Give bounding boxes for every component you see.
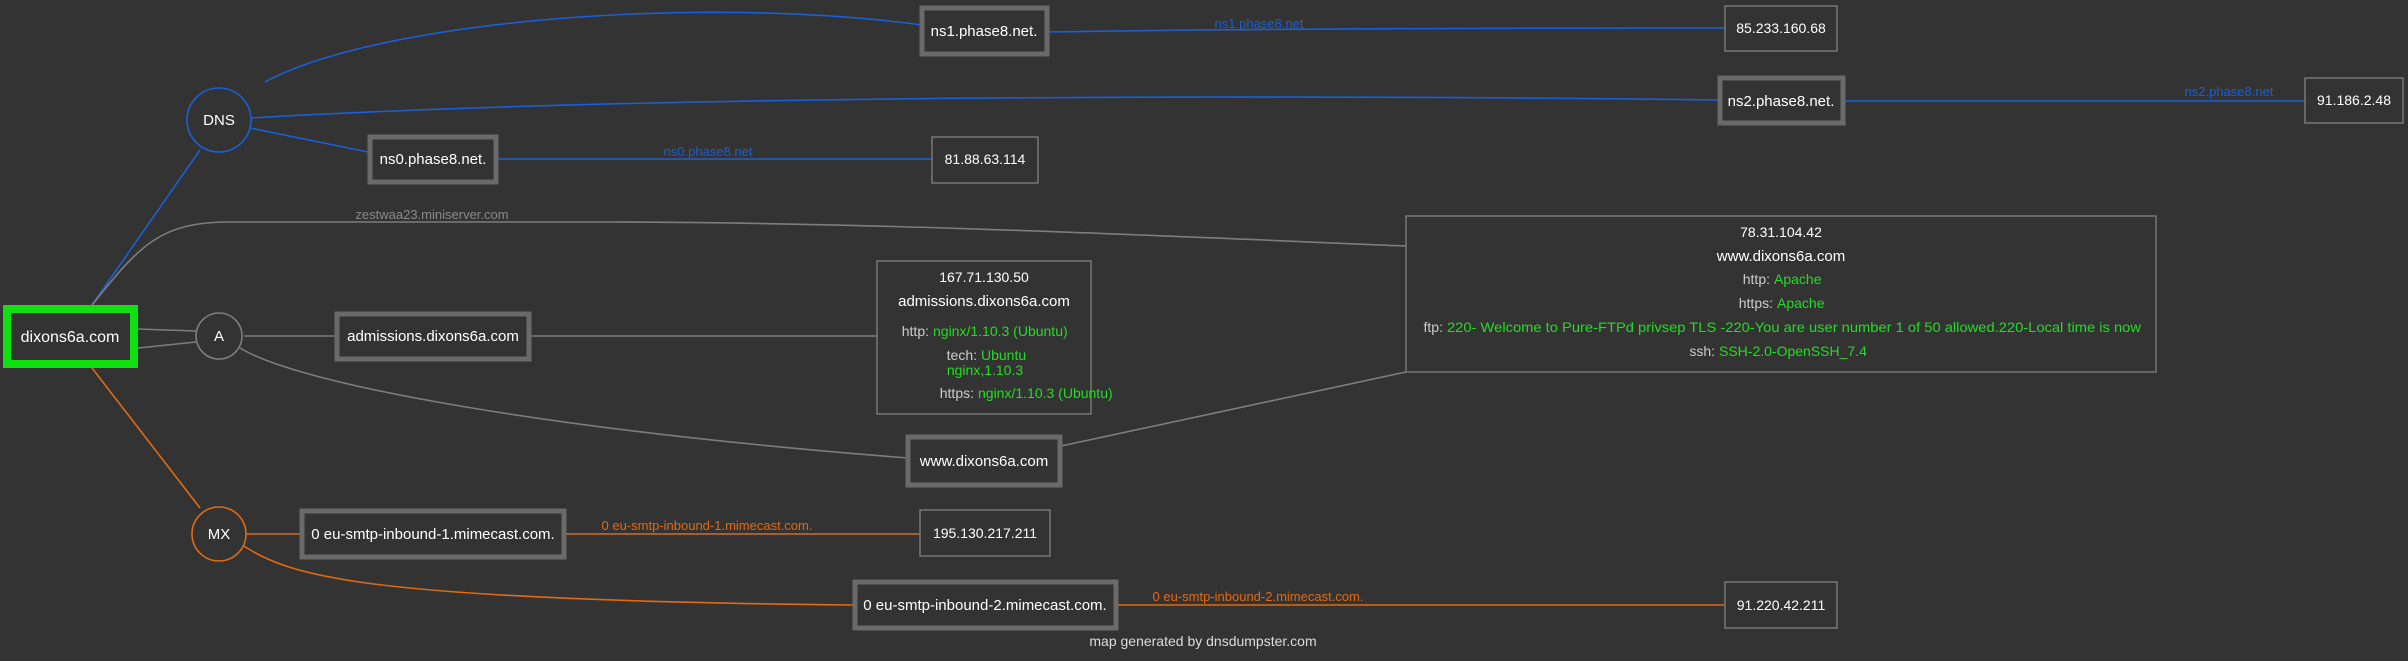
www-ssh-key: ssh:	[1689, 343, 1715, 359]
www-ssh-val: SSH-2.0-OpenSSH_7.4	[1719, 343, 1867, 359]
smtp1-ip-label: 195.130.217.211	[933, 525, 1037, 541]
www-https-val: Apache	[1777, 295, 1825, 311]
edge-dns-ns1	[264, 11, 923, 83]
admissions-tech-val-1: Ubuntu	[981, 347, 1026, 363]
admissions-http-val: nginx/1.10.3 (Ubuntu)	[933, 323, 1068, 339]
admissions-tech-val-2: nginx,1.10.3	[947, 362, 1023, 378]
smtp1-label: 0 eu-smtp-inbound-1.mimecast.com.	[311, 526, 554, 543]
edge-root-a-1	[137, 328, 197, 332]
www-node[interactable]: www.dixons6a.com	[905, 434, 1063, 488]
a-record-label: A	[214, 328, 224, 345]
admissions-https-key: https:	[940, 385, 974, 401]
www-ftp-val: 220- Welcome to Pure-FTPd privsep TLS -2…	[1447, 319, 2142, 335]
edge-root-www-server	[91, 221, 1407, 306]
ns1-ip-label: 85.233.160.68	[1736, 20, 1826, 36]
smtp2-label: 0 eu-smtp-inbound-2.mimecast.com.	[863, 597, 1106, 614]
footer-credit: map generated by dnsdumpster.com	[1089, 633, 1316, 649]
ns1-node[interactable]: ns1.phase8.net.	[919, 5, 1050, 57]
edge-label-zestwaa23: zestwaa23.miniserver.com	[355, 207, 508, 222]
ns0-label: ns0.phase8.net.	[380, 151, 487, 168]
ns0-node[interactable]: ns0.phase8.net.	[367, 134, 499, 185]
dns-record-node[interactable]: DNS	[186, 87, 252, 153]
ns2-label: ns2.phase8.net.	[1728, 93, 1835, 110]
admissions-detail-box[interactable]: 167.71.130.50 admissions.dixons6a.com ht…	[876, 260, 1113, 415]
www-https-key: https:	[1739, 295, 1773, 311]
mx-record-label: MX	[208, 526, 231, 543]
edge-label-smtp2: 0 eu-smtp-inbound-2.mimecast.com.	[1153, 589, 1364, 604]
edge-root-mx	[91, 367, 201, 509]
edge-label-ns2: ns2.phase8.net	[2185, 84, 2274, 99]
admissions-detail-ip: 167.71.130.50	[939, 269, 1029, 285]
root-node[interactable]: dixons6a.com	[3, 305, 138, 368]
www-http-val: Apache	[1774, 271, 1822, 287]
edge-label-ns1: ns1.phase8.net	[1215, 16, 1304, 31]
a-record-node[interactable]: A	[195, 312, 243, 360]
mx-record-node[interactable]: MX	[191, 506, 247, 562]
smtp1-node[interactable]: 0 eu-smtp-inbound-1.mimecast.com.	[299, 508, 567, 560]
admissions-http-key: http:	[902, 323, 929, 339]
ns0-ip-node[interactable]: 81.88.63.114	[931, 136, 1039, 184]
admissions-https-val: nginx/1.10.3 (Ubuntu)	[978, 385, 1113, 401]
www-detail-host: www.dixons6a.com	[1716, 248, 1845, 265]
admissions-label: admissions.dixons6a.com	[347, 328, 519, 345]
dns-map-diagram: ns1.phase8.net ns2.phase8.net ns0.phase8…	[3, 5, 2404, 649]
www-detail-box[interactable]: 78.31.104.42 www.dixons6a.com http: Apac…	[1405, 215, 2157, 373]
edge-dns-ns2	[249, 96, 1719, 119]
edge-label-ns0: ns0.phase8.net	[664, 144, 753, 159]
edge-a-www	[239, 347, 909, 459]
www-http-key: http:	[1743, 271, 1770, 287]
www-ftp-key: ftp:	[1424, 319, 1443, 335]
ns0-ip-label: 81.88.63.114	[945, 151, 1026, 167]
dns-record-label: DNS	[203, 112, 235, 129]
admissions-node[interactable]: admissions.dixons6a.com	[334, 311, 532, 362]
smtp1-ip-node[interactable]: 195.130.217.211	[919, 509, 1051, 557]
ns2-ip-label: 91.186.2.48	[2317, 92, 2391, 108]
edge-label-smtp1: 0 eu-smtp-inbound-1.mimecast.com.	[602, 518, 813, 533]
www-detail-ip: 78.31.104.42	[1740, 224, 1822, 240]
admissions-detail-host: admissions.dixons6a.com	[898, 293, 1070, 310]
ns2-ip-node[interactable]: 91.186.2.48	[2304, 77, 2404, 124]
smtp2-node[interactable]: 0 eu-smtp-inbound-2.mimecast.com.	[852, 579, 1119, 631]
admissions-tech-key: tech:	[947, 347, 977, 363]
smtp2-ip-label: 91.220.42.211	[1737, 597, 1826, 613]
www-label: www.dixons6a.com	[919, 453, 1048, 470]
ns1-label: ns1.phase8.net.	[931, 23, 1038, 40]
edge-www-detail	[1060, 371, 1407, 447]
edge-root-a-2	[137, 341, 197, 349]
ns1-ip-node[interactable]: 85.233.160.68	[1724, 5, 1838, 52]
ns2-node[interactable]: ns2.phase8.net.	[1717, 75, 1846, 126]
root-label: dixons6a.com	[21, 329, 120, 346]
smtp2-ip-node[interactable]: 91.220.42.211	[1724, 581, 1838, 629]
edge-ns1-ip	[1046, 27, 1726, 33]
edge-dns-ns0	[249, 127, 369, 153]
